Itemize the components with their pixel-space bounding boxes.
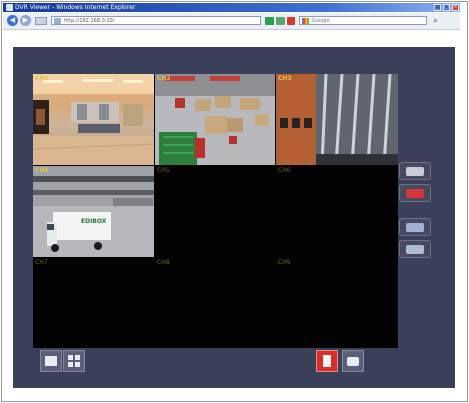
camera-tile-ch8[interactable]: CH8 <box>155 258 275 348</box>
title-bar: DVR Viewer - Windows Internet Explorer _… <box>3 3 460 12</box>
google-logo-icon <box>302 18 309 24</box>
record-icon <box>323 355 331 367</box>
camera-label: CH5 <box>157 167 170 174</box>
stop-icon[interactable] <box>287 17 295 25</box>
snapshot-button[interactable] <box>342 350 364 372</box>
camera-label: CH8 <box>157 259 170 266</box>
lobby-scene <box>33 74 154 165</box>
camera-tile-ch4[interactable]: EDIBOX CH4 <box>33 166 154 257</box>
camera-label: CH4 <box>35 167 49 174</box>
go-icon[interactable] <box>276 17 285 25</box>
camera-tile-ch9[interactable]: CH9 <box>276 258 398 348</box>
back-arrow-icon[interactable]: ◀ <box>7 15 18 26</box>
camera-tile-ch7[interactable]: CH7 <box>33 258 154 348</box>
camera-tile-ch5[interactable]: CH5 <box>155 166 275 257</box>
warehouse-scene <box>155 74 275 165</box>
camera-grid: CH1 CH2 CH3 EDIBOX CH4 CH5 CH6 CH7 CH8 C… <box>33 74 398 348</box>
single-view-button[interactable] <box>40 350 62 372</box>
maximize-icon[interactable]: □ <box>443 4 450 11</box>
camera-tile-ch2[interactable]: CH2 <box>155 74 275 165</box>
search-input[interactable]: Google <box>299 16 427 25</box>
ptz-control-button[interactable] <box>399 162 431 180</box>
minimize-icon[interactable]: _ <box>434 4 441 11</box>
camera-tile-ch6[interactable]: CH6 <box>276 166 398 257</box>
camera-tile-ch3[interactable]: CH3 <box>276 74 398 165</box>
camera-label: CH1 <box>35 75 49 82</box>
camera-label: CH2 <box>157 75 171 82</box>
close-icon[interactable]: × <box>452 4 459 11</box>
address-bar[interactable]: http://192.168.0.10/ <box>51 16 261 25</box>
quad-view-icon <box>68 355 80 367</box>
browser-toolbar: ◀ ▶ http://192.168.0.10/ Google ⌕ <box>3 13 460 30</box>
single-view-icon <box>45 356 57 366</box>
camera-snapshot-icon <box>347 357 359 366</box>
camera-label: CH7 <box>35 259 48 266</box>
magnifier-icon <box>406 245 424 254</box>
ie-app-icon <box>6 4 13 11</box>
playback-icon <box>406 223 424 232</box>
search-button[interactable] <box>399 240 431 258</box>
page-menu-icon[interactable] <box>35 17 47 25</box>
quad-view-button[interactable] <box>63 350 85 372</box>
forward-arrow-icon[interactable]: ▶ <box>20 15 31 26</box>
alarm-button[interactable] <box>399 184 431 202</box>
ptz-icon <box>406 167 424 176</box>
page-icon <box>54 18 61 24</box>
playback-button[interactable] <box>399 218 431 236</box>
truck-sign: EDIBOX <box>81 218 107 225</box>
alarm-icon <box>406 189 424 198</box>
building-facade-scene <box>276 74 398 165</box>
window-title: DVR Viewer - Windows Internet Explorer <box>15 4 136 11</box>
loading-dock-scene <box>33 166 154 257</box>
search-icon[interactable]: ⌕ <box>431 16 440 25</box>
camera-label: CH6 <box>278 167 291 174</box>
camera-label: CH9 <box>278 259 291 266</box>
address-text: http://192.168.0.10/ <box>64 18 115 24</box>
record-button[interactable] <box>316 350 338 372</box>
search-placeholder: Google <box>312 18 330 24</box>
camera-tile-ch1[interactable]: CH1 <box>33 74 154 165</box>
camera-label: CH3 <box>278 75 292 82</box>
refresh-icon[interactable] <box>265 17 274 25</box>
